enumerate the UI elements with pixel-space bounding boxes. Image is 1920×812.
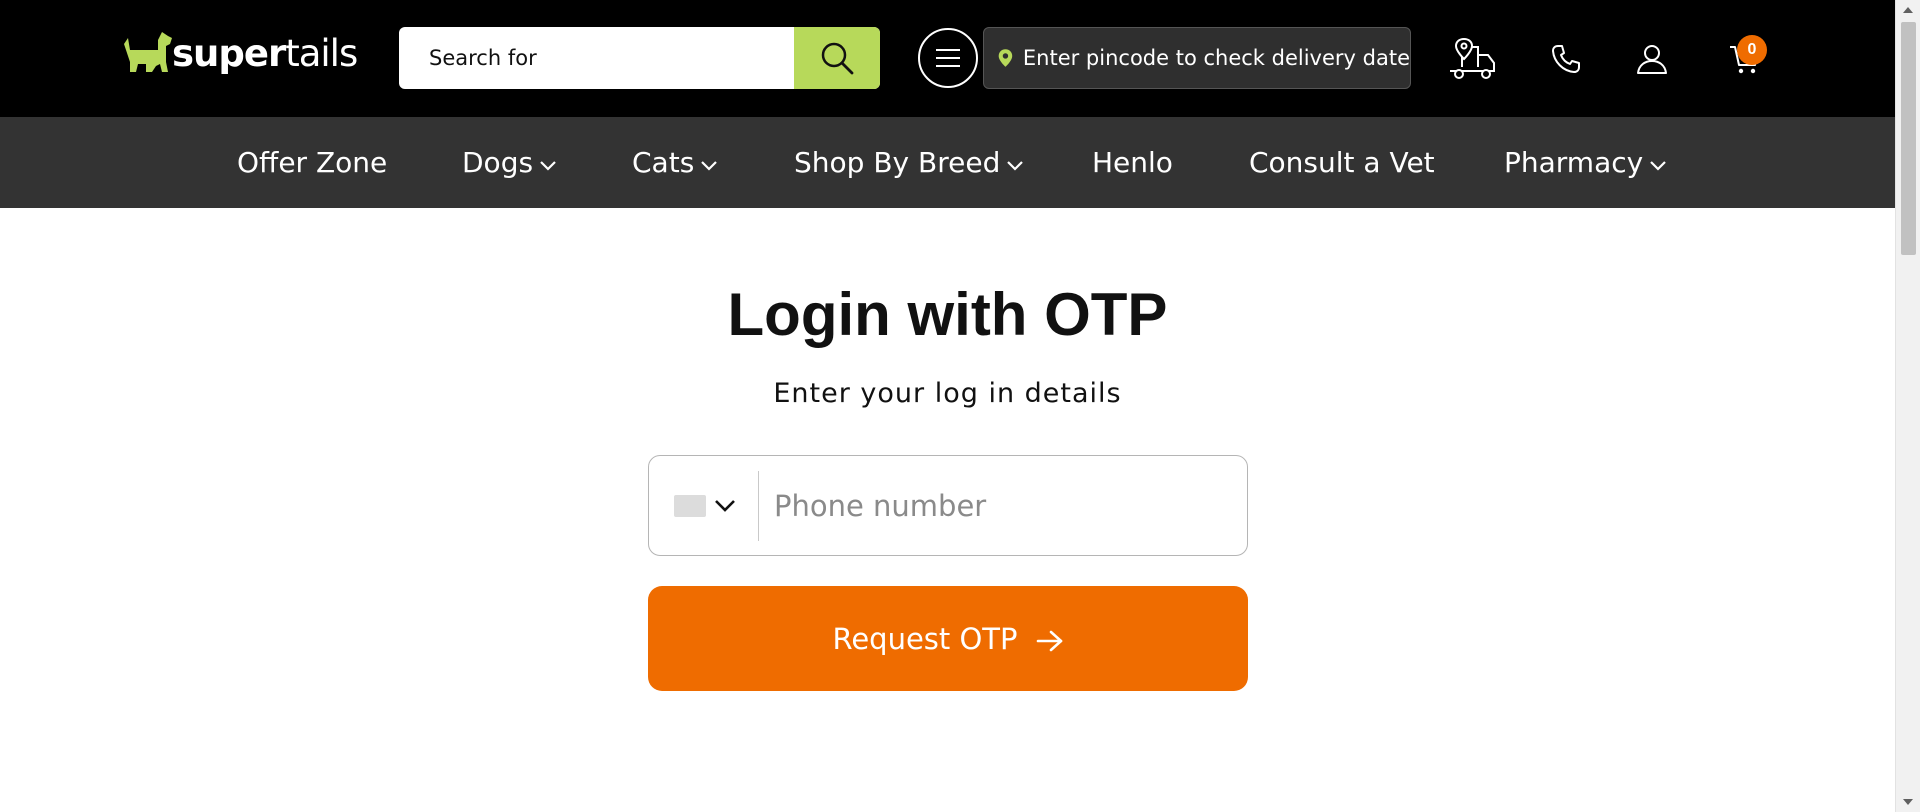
brand-wordmark: supertails [172,31,358,75]
nav-item-label: Consult a Vet [1249,146,1435,179]
request-otp-label: Request OTP [832,621,1018,656]
search-icon [821,42,854,75]
nav-item-offer-zone[interactable]: Offer Zone [237,117,387,208]
nav-item-consult-a-vet[interactable]: Consult a Vet [1249,117,1435,208]
menu-icon [936,49,960,67]
chevron-down-icon [1007,160,1024,171]
main-nav: Offer Zone Dogs Cats Shop By Breed Henlo… [0,117,1895,208]
delivery-truck-icon [1450,37,1495,79]
menu-button[interactable] [918,28,978,88]
pincode-label: Enter pincode to check delivery date [1022,46,1410,70]
nav-item-label: Dogs [462,146,534,179]
cart-count-badge: 0 [1737,35,1767,65]
contact-phone-button[interactable] [1542,35,1590,83]
phone-field [648,455,1248,556]
country-flag-icon [674,494,706,517]
nav-item-label: Henlo [1092,146,1173,179]
scroll-up-arrow-icon[interactable] [1896,0,1920,20]
request-otp-button[interactable]: Request OTP [648,586,1248,691]
scroll-down-arrow-icon[interactable] [1896,792,1920,812]
nav-item-pharmacy[interactable]: Pharmacy [1504,117,1667,208]
country-code-select[interactable] [649,470,759,541]
chevron-down-icon [715,499,735,512]
arrow-right-icon [1036,630,1062,651]
pincode-check-button[interactable]: Enter pincode to check delivery date [983,27,1411,89]
vertical-scrollbar[interactable] [1895,0,1920,812]
account-button[interactable] [1628,35,1676,83]
phone-icon [1552,45,1580,73]
search-input[interactable] [399,27,794,89]
chevron-down-icon [701,160,718,171]
page-subtitle: Enter your log in details [773,378,1122,409]
nav-item-henlo[interactable]: Henlo [1092,117,1173,208]
nav-item-shop-by-breed[interactable]: Shop By Breed [794,117,1024,208]
user-icon [1637,45,1667,74]
dog-logo-icon [124,32,172,72]
nav-item-cats[interactable]: Cats [632,117,718,208]
nav-item-dogs[interactable]: Dogs [462,117,557,208]
chevron-down-icon [1650,160,1666,171]
brand-logo[interactable]: supertails [118,22,358,78]
chevron-down-icon [540,160,556,171]
top-header: supertails Enter pincode to check delive… [0,0,1895,117]
scrollbar-thumb[interactable] [1901,22,1916,255]
phone-number-input[interactable] [759,470,1247,541]
page-title: Login with OTP [727,281,1168,348]
nav-item-label: Pharmacy [1504,146,1644,179]
nav-item-label: Shop By Breed [794,146,1001,179]
nav-item-label: Offer Zone [237,146,388,179]
search-button[interactable] [794,27,880,89]
track-order-button[interactable] [1448,35,1496,83]
location-pin-icon [998,49,1013,67]
nav-item-label: Cats [632,146,695,179]
search-bar [399,27,880,89]
